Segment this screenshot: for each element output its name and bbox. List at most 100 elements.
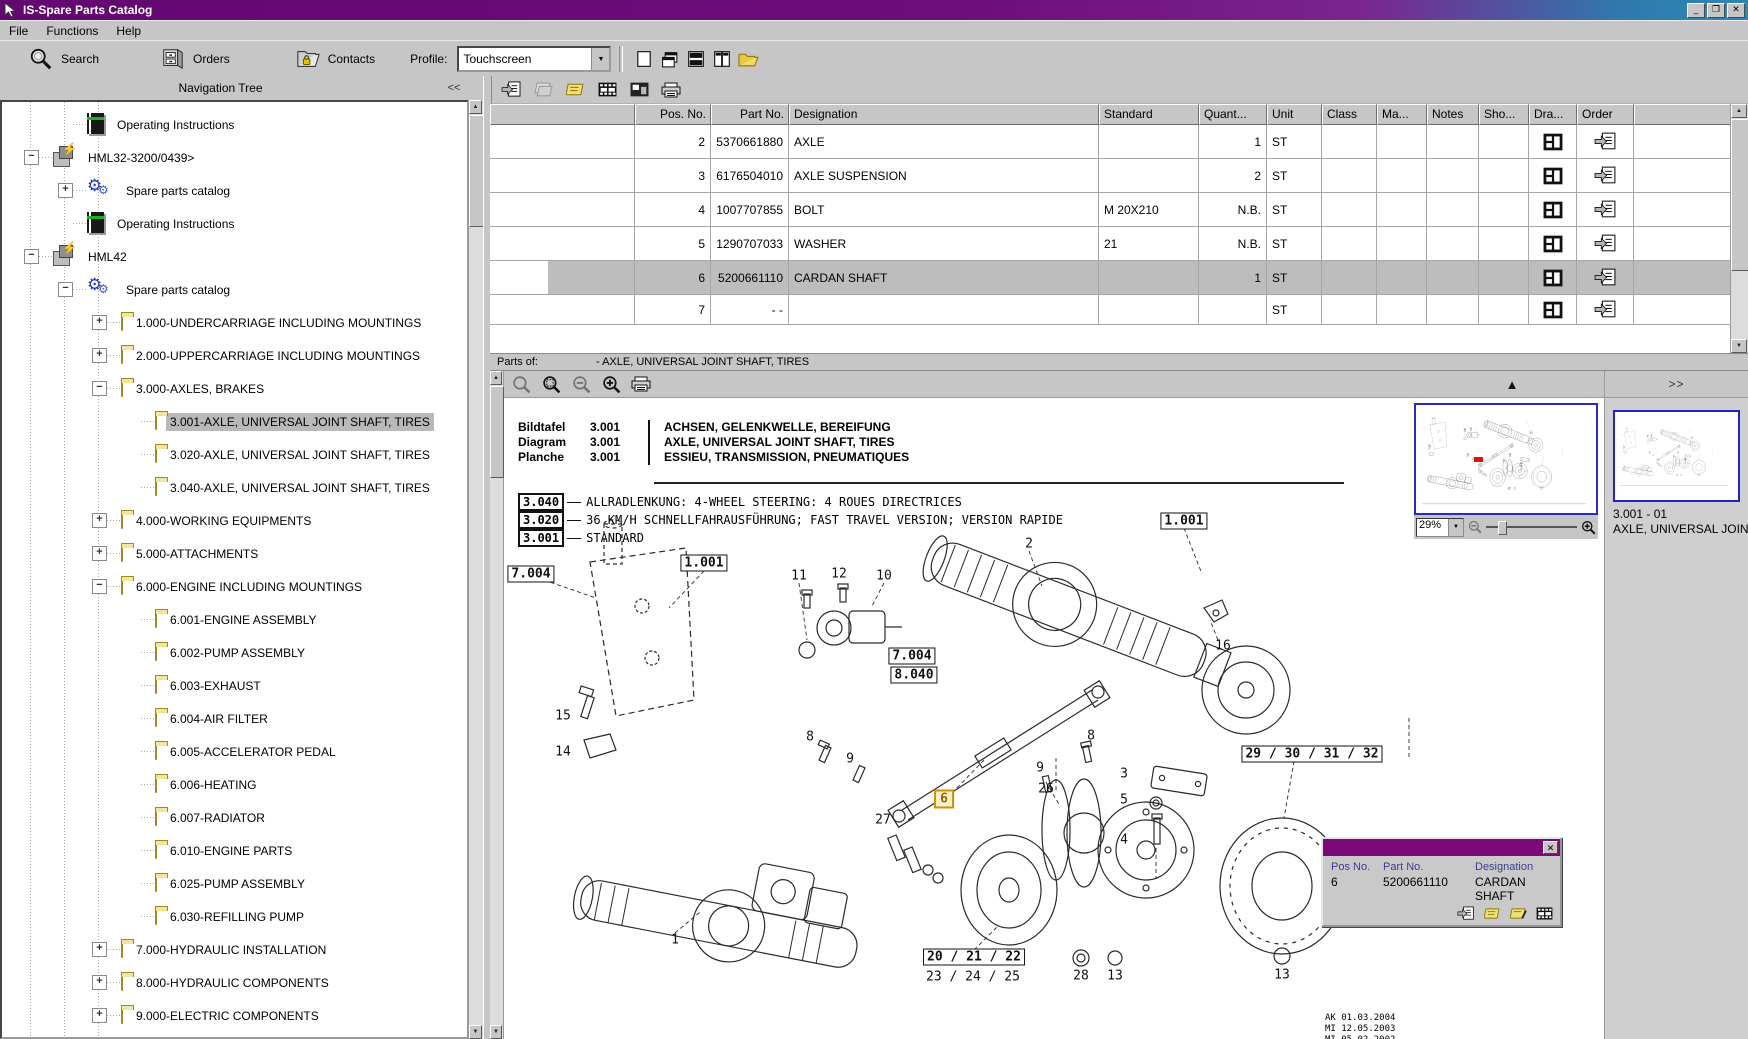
- tree-item-label[interactable]: HML32-3200/0439>: [84, 149, 198, 167]
- expand-icon[interactable]: +: [92, 513, 107, 528]
- tree-item[interactable]: +7.000-HYDRAULIC INSTALLATION: [2, 933, 467, 966]
- print-icon[interactable]: [658, 78, 684, 102]
- tree-item[interactable]: 6.004-AIR FILTER: [2, 702, 467, 735]
- zoom-in-icon[interactable]: [598, 372, 624, 396]
- tree-item[interactable]: +4.000-WORKING EQUIPMENTS: [2, 504, 467, 537]
- expand-icon[interactable]: +: [92, 1008, 107, 1023]
- tree-item-label[interactable]: 6.000-ENGINE INCLUDING MOUNTINGS: [132, 578, 366, 596]
- order-link-icon[interactable]: [1577, 193, 1634, 227]
- collapse-icon[interactable]: −: [58, 282, 73, 297]
- scroll-down-icon[interactable]: ▼: [469, 1025, 482, 1039]
- add-to-order-icon[interactable]: [1456, 905, 1476, 921]
- tree-item-label[interactable]: 9.000-ELECTRIC COMPONENTS: [132, 1007, 323, 1025]
- tree-item-label[interactable]: 6.003-EXHAUST: [166, 677, 265, 695]
- search-button[interactable]: Search: [22, 43, 106, 75]
- tree-item-label[interactable]: 6.004-AIR FILTER: [166, 710, 272, 728]
- part-callout[interactable]: 23 / 24 / 25: [926, 970, 1020, 985]
- drawing-link-icon[interactable]: [1529, 159, 1577, 193]
- tree-item[interactable]: −⚡HML32-3200/0439>: [2, 141, 467, 174]
- expand-icon[interactable]: +: [92, 348, 107, 363]
- menu-functions[interactable]: Functions: [37, 22, 107, 40]
- horizontal-split-button[interactable]: [683, 47, 709, 71]
- column-header[interactable]: Notes: [1427, 104, 1479, 125]
- part-callout[interactable]: 1.001: [680, 555, 727, 572]
- column-header[interactable]: [1634, 104, 1731, 125]
- tree-item-label[interactable]: 6.002-PUMP ASSEMBLY: [166, 644, 309, 662]
- zoom-slider[interactable]: [1486, 526, 1577, 528]
- menu-help[interactable]: Help: [107, 22, 150, 40]
- column-header[interactable]: Class: [1322, 104, 1377, 125]
- part-callout[interactable]: 28: [1073, 969, 1089, 984]
- tree-item[interactable]: Operating Instructions: [2, 207, 467, 240]
- tree-item[interactable]: +8.000-HYDRAULIC COMPONENTS: [2, 966, 467, 999]
- tree-item[interactable]: 3.040-AXLE, UNIVERSAL JOINT SHAFT, TIRES: [2, 471, 467, 504]
- print-icon[interactable]: [628, 372, 654, 396]
- chevron-down-icon[interactable]: ▼: [591, 48, 609, 70]
- part-callout[interactable]: 1.001: [1160, 513, 1207, 530]
- tree-item-label[interactable]: 5.000-ATTACHMENTS: [132, 545, 262, 563]
- column-header[interactable]: Unit: [1267, 104, 1322, 125]
- scroll-down-icon[interactable]: ▼: [490, 1025, 502, 1039]
- order-link-icon[interactable]: [1577, 261, 1634, 295]
- drawing-link-icon[interactable]: [1529, 125, 1577, 159]
- tree-item-label[interactable]: Spare parts catalog: [122, 182, 234, 200]
- part-callout[interactable]: 8.040: [890, 667, 937, 684]
- column-header[interactable]: [490, 104, 635, 125]
- zoom-selection-icon[interactable]: [538, 372, 564, 396]
- part-callout[interactable]: 7.004: [507, 566, 554, 583]
- drawing-link-icon[interactable]: [1529, 295, 1577, 325]
- tree-item[interactable]: +2.000-UPPERCARRIAGE INCLUDING MOUNTINGS: [2, 339, 467, 372]
- tree-item[interactable]: 6.030-REFILLING PUMP: [2, 900, 467, 933]
- zoom-in-icon[interactable]: [1581, 520, 1596, 535]
- part-callout[interactable]: 15: [555, 709, 571, 724]
- selected-part-callout[interactable]: 6: [934, 790, 954, 809]
- tree-item[interactable]: +5.000-ATTACHMENTS: [2, 537, 467, 570]
- part-callout[interactable]: 13: [1274, 968, 1290, 983]
- vertical-split-button[interactable]: [709, 47, 735, 71]
- navigator-collapse-button[interactable]: ▲: [1420, 373, 1604, 395]
- notes-gray-icon[interactable]: [530, 78, 556, 102]
- column-header[interactable]: Pos. No.: [635, 104, 711, 125]
- note-icon[interactable]: [1482, 905, 1502, 921]
- part-callout[interactable]: 8: [1087, 729, 1095, 744]
- chevron-down-icon[interactable]: ▼: [1448, 519, 1463, 536]
- tree-item[interactable]: −3.000-AXLES, BRAKES: [2, 372, 467, 405]
- scrollbar-thumb[interactable]: [490, 386, 504, 478]
- tree-item[interactable]: 6.010-ENGINE PARTS: [2, 834, 467, 867]
- expand-icon[interactable]: +: [58, 183, 73, 198]
- part-callout[interactable]: 9: [1036, 761, 1044, 776]
- column-header[interactable]: Designation: [789, 104, 1099, 125]
- order-link-icon[interactable]: [1577, 125, 1634, 159]
- collapse-panel-button[interactable]: <<: [441, 79, 467, 97]
- zoom-slider-thumb[interactable]: [1498, 521, 1507, 535]
- tree-item[interactable]: 6.007-RADIATOR: [2, 801, 467, 834]
- tree-item[interactable]: 6.001-ENGINE ASSEMBLY: [2, 603, 467, 636]
- table-row[interactable]: 41007707855BOLTM 20X210N.B.ST: [490, 193, 1731, 227]
- single-view-button[interactable]: [631, 47, 657, 71]
- menu-file[interactable]: File: [0, 22, 37, 40]
- image-icon[interactable]: [626, 78, 652, 102]
- collapse-icon[interactable]: −: [92, 579, 107, 594]
- expand-icon[interactable]: +: [92, 546, 107, 561]
- part-callout[interactable]: 5: [1120, 793, 1128, 808]
- part-callout[interactable]: 8: [806, 730, 814, 745]
- drawing-link-icon[interactable]: [1529, 227, 1577, 261]
- close-button[interactable]: ✕: [1727, 3, 1745, 18]
- tree-item-label[interactable]: 4.000-WORKING EQUIPMENTS: [132, 512, 315, 530]
- minimize-button[interactable]: _: [1687, 3, 1705, 18]
- tree-item[interactable]: 3.020-AXLE, UNIVERSAL JOINT SHAFT, TIRES: [2, 438, 467, 471]
- profile-select[interactable]: Touchscreen ▼: [457, 46, 611, 72]
- part-callout[interactable]: 1: [671, 933, 679, 948]
- tree-item[interactable]: 6.002-PUMP ASSEMBLY: [2, 636, 467, 669]
- zoom-full-icon[interactable]: [508, 372, 534, 396]
- tree-item-label[interactable]: Operating Instructions: [113, 215, 238, 233]
- tree-item-label[interactable]: HML42: [84, 248, 131, 266]
- tree-item[interactable]: 6.025-PUMP ASSEMBLY: [2, 867, 467, 900]
- tree-item[interactable]: − 6.000-ENGINE INCLUDING MOUNTINGS: [2, 570, 467, 603]
- contacts-button[interactable]: Contacts: [289, 43, 382, 75]
- tree-item-label[interactable]: 6.005-ACCELERATOR PEDAL: [166, 743, 340, 761]
- part-callout[interactable]: 20 / 21 / 22: [923, 949, 1025, 966]
- scroll-down-icon[interactable]: ▼: [1731, 339, 1747, 353]
- tree-item-label[interactable]: 6.006-HEATING: [166, 776, 260, 794]
- order-link-icon[interactable]: [1577, 295, 1634, 325]
